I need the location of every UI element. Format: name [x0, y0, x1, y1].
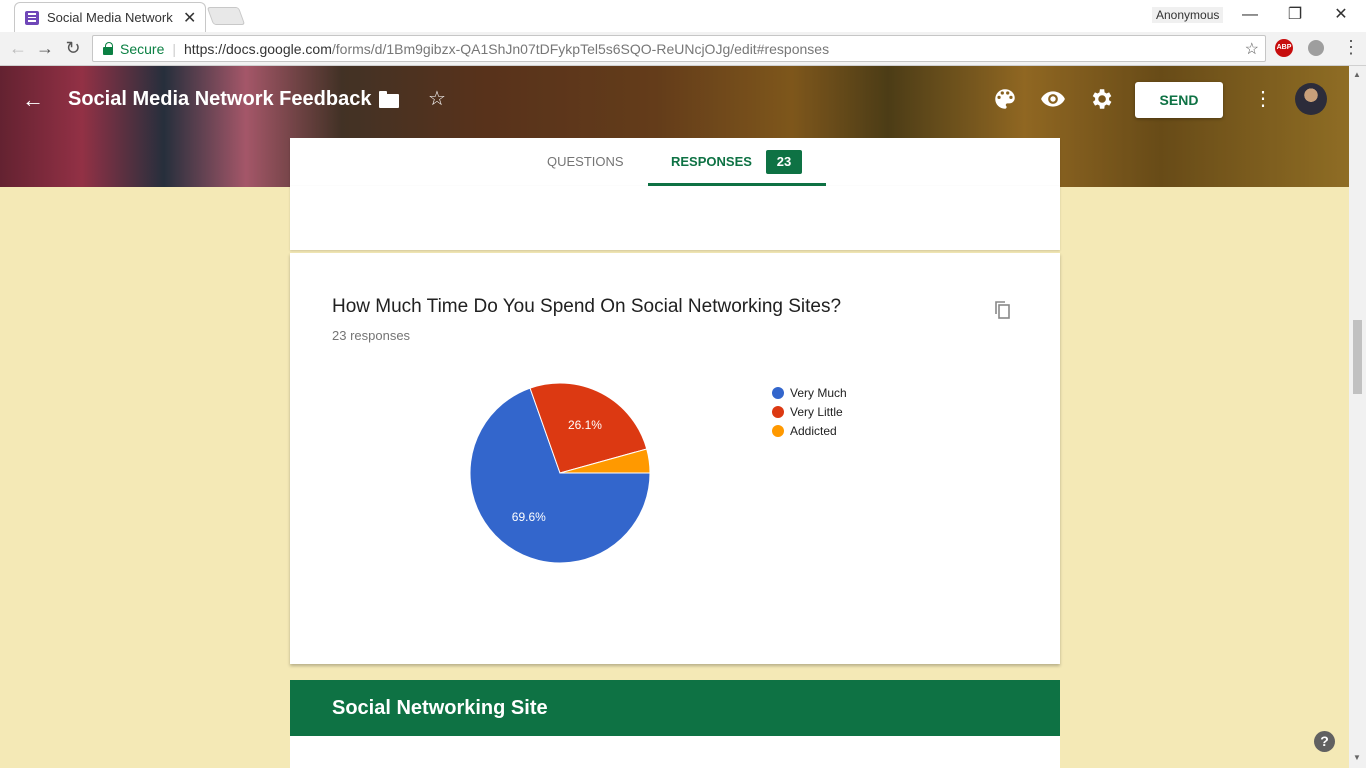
section-header: Social Networking Site: [290, 680, 1060, 736]
legend-label: Very Little: [790, 404, 843, 419]
lock-icon: [103, 41, 113, 55]
form-tabs: QUESTIONS RESPONSES 23: [290, 138, 1060, 186]
responses-count-badge: 23: [766, 150, 802, 174]
restore-icon[interactable]: ❐: [1283, 4, 1307, 26]
pie-data-label: 26.1%: [568, 418, 602, 432]
question-summary-card: How Much Time Do You Spend On Social Net…: [290, 253, 1060, 664]
settings-gear-icon[interactable]: [1088, 86, 1114, 112]
avatar[interactable]: [1295, 83, 1327, 115]
help-icon[interactable]: ?: [1314, 731, 1335, 752]
legend-swatch: [772, 386, 784, 399]
scroll-down-icon[interactable]: ▼: [1353, 753, 1361, 762]
forward-icon[interactable]: →: [33, 36, 57, 60]
url-path: /forms/d/1Bm9gibzx-QA1ShJn07tDFykpTel5s6…: [331, 40, 830, 57]
palette-icon[interactable]: [992, 86, 1018, 112]
copy-chart-icon[interactable]: [993, 300, 1011, 320]
tab-responses[interactable]: RESPONSES: [671, 154, 752, 169]
legend-item: Addicted: [772, 421, 847, 440]
reload-icon[interactable]: ↻: [61, 36, 85, 60]
pie-data-label: 69.6%: [512, 510, 546, 524]
address-bar[interactable]: Secure | https://docs.google.com/forms/d…: [92, 35, 1266, 62]
question-title: How Much Time Do You Spend On Social Net…: [332, 296, 842, 317]
folder-icon[interactable]: [379, 91, 399, 108]
bookmark-star-icon[interactable]: ☆: [1245, 39, 1259, 59]
chart-legend: Very Much Very Little Addicted: [772, 383, 847, 440]
url-host: https://docs.google.com: [184, 40, 332, 57]
omnibox-separator: |: [172, 40, 176, 57]
response-count: 23 responses: [332, 328, 411, 343]
legend-label: Addicted: [790, 423, 837, 438]
more-options-icon[interactable]: ⋮: [1250, 86, 1276, 112]
back-icon[interactable]: ←: [6, 36, 30, 60]
preview-eye-icon[interactable]: [1040, 86, 1066, 112]
legend-label: Very Much: [790, 385, 847, 400]
send-button[interactable]: SEND: [1135, 82, 1223, 118]
tab-questions[interactable]: QUESTIONS: [547, 154, 624, 169]
legend-swatch: [772, 405, 784, 418]
extension-icon[interactable]: [1308, 40, 1324, 56]
tab-title: Social Media Network Fe: [47, 10, 177, 25]
scrollbar-thumb[interactable]: [1353, 320, 1362, 394]
adblock-extension-icon[interactable]: ABP: [1275, 39, 1293, 57]
browser-tab[interactable]: Social Media Network Fe ✕: [14, 2, 206, 32]
browser-tab-bar: Social Media Network Fe ✕ Anonymous — ❐ …: [0, 0, 1366, 32]
tab-close-icon[interactable]: ✕: [183, 8, 196, 28]
back-arrow-icon[interactable]: ←: [22, 87, 44, 113]
url-text: https://docs.google.com/forms/d/1Bm9gibz…: [184, 41, 829, 57]
page-scrollbar[interactable]: ▲ ▼: [1349, 66, 1366, 768]
browser-toolbar: ← → ↻ Secure | https://docs.google.com/f…: [0, 32, 1366, 66]
profile-name[interactable]: Anonymous: [1152, 7, 1224, 23]
pie-chart: 69.6% 26.1%: [469, 382, 651, 564]
form-title[interactable]: Social Media Network Feedback: [68, 88, 371, 111]
previous-card: [290, 186, 1060, 250]
minimize-icon[interactable]: —: [1238, 4, 1262, 26]
browser-menu-icon[interactable]: ⋮: [1342, 37, 1360, 58]
section-title: Social Networking Site: [332, 697, 548, 719]
legend-item: Very Much: [772, 383, 847, 402]
scroll-up-icon[interactable]: ▲: [1353, 70, 1361, 79]
new-tab-button[interactable]: [206, 7, 246, 25]
next-card: [290, 736, 1060, 768]
star-icon[interactable]: ☆: [424, 86, 450, 112]
close-window-icon[interactable]: ✕: [1329, 4, 1353, 26]
legend-item: Very Little: [772, 402, 847, 421]
secure-label: Secure: [120, 40, 165, 57]
forms-favicon-icon: [25, 10, 39, 25]
legend-swatch: [772, 424, 784, 437]
